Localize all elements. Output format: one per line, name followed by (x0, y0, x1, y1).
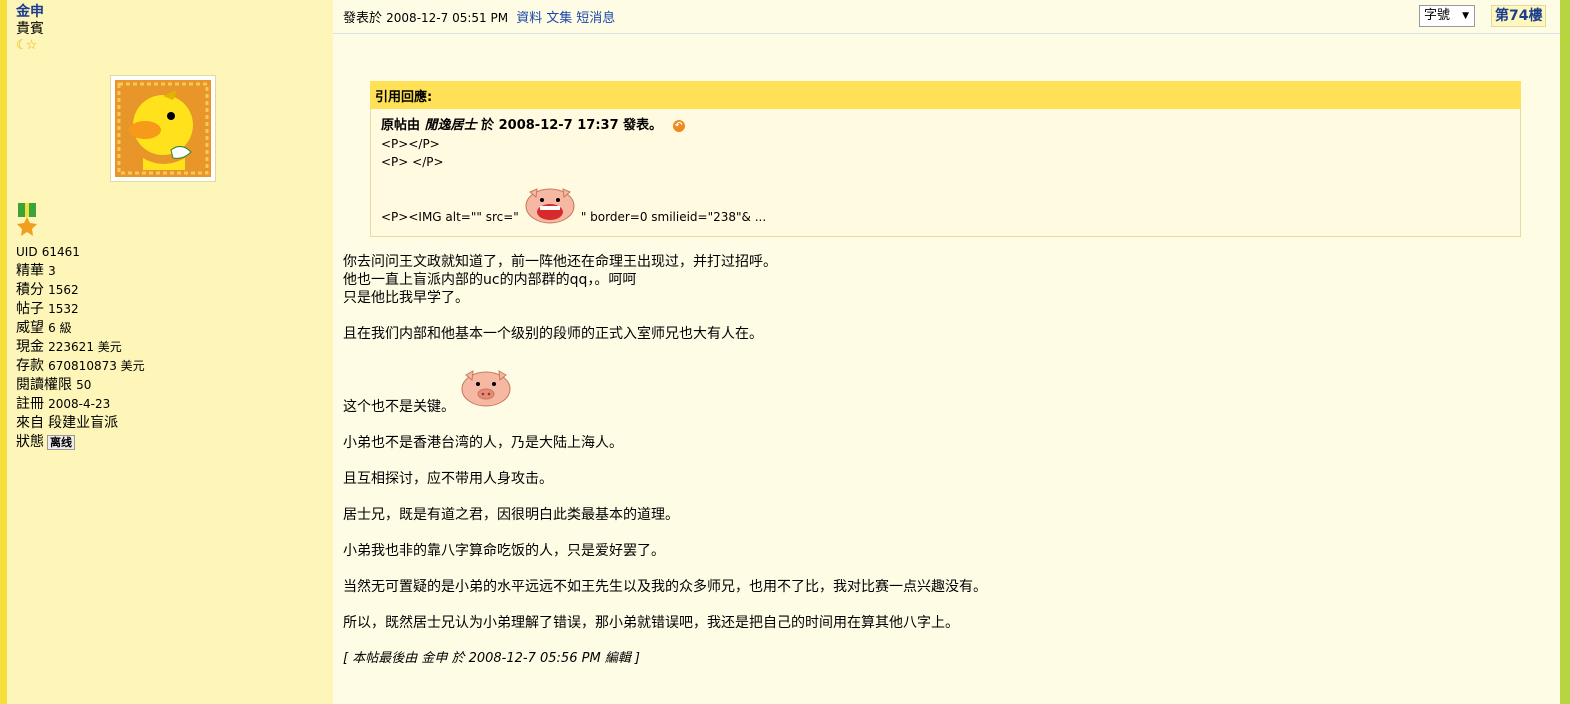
post-line: 他也一直上盲派内部的uc的内部群的qq，。呵呵 (343, 272, 637, 288)
stat-status: 狀態 离线 (16, 433, 145, 452)
quote-orig-time: 於 2008-12-7 17:37 發表。 (481, 118, 663, 133)
posted-time: 2008-12-7 05:51 PM (386, 11, 509, 25)
posted-prefix: 發表於 (343, 11, 383, 26)
post-line: 这个也不是关键。 (343, 399, 455, 415)
goto-post-icon[interactable]: ↶ (672, 120, 685, 132)
quote-orig-prefix: 原帖由 (381, 118, 421, 133)
post-header: 發表於 2008-12-7 05:51 PM 資料 文集 短消息 字號 ▼ 第74樓 (333, 0, 1560, 34)
blog-link[interactable]: 文集 (546, 11, 572, 26)
quote-line: <P> </P> (381, 155, 444, 169)
edited-note: [ 本帖最後由 金申 於 2008-12-7 05:56 PM 編輯 ] (343, 651, 641, 666)
username[interactable]: 金申 (16, 4, 333, 21)
quote-img-prefix: <P><IMG alt="" src=" (381, 210, 519, 224)
quote-poster[interactable]: 閒逸居士 (425, 118, 477, 133)
post-main: 發表於 2008-12-7 05:51 PM 資料 文集 短消息 字號 ▼ 第74樓… (333, 0, 1560, 704)
left-border (0, 0, 7, 704)
quote-origin: 原帖由 閒逸居士 於 2008-12-7 17:37 發表。 ↶ (381, 117, 1510, 135)
medal-icon (16, 203, 38, 241)
quote-img-suffix: " border=0 smilieid="238"& ... (580, 210, 767, 224)
stat-from: 來自 段建业盲派 (16, 415, 119, 431)
post-line: 且互相探讨，应不带用人身攻击。 (343, 471, 553, 487)
post-line: 且在我们内部和他基本一个级别的段师的正式入室师兄也大有人在。 (343, 326, 763, 342)
quote-line: <P></P> (381, 137, 440, 151)
font-size-select[interactable]: 字號 ▼ (1419, 5, 1475, 27)
floor-number[interactable]: 第74樓 (1491, 5, 1547, 27)
profile-link[interactable]: 資料 (516, 11, 542, 26)
post-line: 只是他比我早学了。 (343, 290, 469, 306)
post-content: 你去问问王文政就知道了，前一阵他还在命理王出现过，并打过招呼。 他也一直上盲派内… (343, 253, 1543, 686)
right-border (1560, 0, 1570, 704)
post-line: 当然无可置疑的是小弟的水平远远不如王先生以及我的众多师兄，也用不了比，我对比赛一… (343, 579, 987, 595)
user-group: 貴賓 (16, 21, 44, 37)
post-line: 所以，既然居士兄认为小弟理解了错误，那小弟就错误吧，我还是把自己的时间用在算其他… (343, 615, 959, 631)
post-line: 你去问问王文政就知道了，前一阵他还在命理王出现过，并打过招呼。 (343, 254, 777, 270)
post-line: 居士兄，既是有道之君，因很明白此类最基本的道理。 (343, 507, 679, 523)
grinning-pig-smiley-icon (523, 185, 577, 230)
quote-header: 引用回應: (370, 81, 1521, 109)
stat-uid: UID 61461 (16, 245, 80, 259)
post-line: 小弟也不是香港台湾的人，乃是大陆上海人。 (343, 435, 623, 451)
stat-registered: 註冊 2008-4-23 (16, 396, 111, 412)
duck-avatar-icon (115, 80, 211, 177)
status-badge: 离线 (47, 435, 75, 450)
stat-digest: 精華 3 (16, 263, 56, 279)
post-line: 小弟我也非的靠八字算命吃饭的人，只是爱好罢了。 (343, 543, 665, 559)
pig-smiley-icon (459, 367, 513, 414)
message-link[interactable]: 短消息 (576, 11, 615, 26)
stat-prestige: 威望 6 級 (16, 320, 72, 336)
post-meta: 發表於 2008-12-7 05:51 PM 資料 文集 短消息 (343, 7, 615, 26)
post-line-with-smiley: 这个也不是关键。 (343, 367, 1543, 416)
stat-cash: 現金 223621 美元 (16, 339, 122, 355)
user-sidebar: 金申 貴賓 ☾☆ UID 61461 精華 3 積分 1562 帖子 1532 … (7, 0, 333, 704)
rank-stars-icon: ☾☆ (16, 38, 37, 53)
quote-body: 原帖由 閒逸居士 於 2008-12-7 17:37 發表。 ↶ <P></P>… (370, 109, 1521, 237)
avatar (110, 75, 216, 182)
chevron-down-icon: ▼ (1462, 11, 1469, 21)
stat-posts: 帖子 1532 (16, 301, 79, 317)
stat-deposit: 存款 670810873 美元 (16, 358, 145, 374)
stat-points: 積分 1562 (16, 282, 79, 298)
stat-read-permission: 閱讀權限 50 (16, 377, 92, 393)
font-size-label: 字號 (1424, 8, 1451, 23)
user-profile-stats: UID 61461 精華 3 積分 1562 帖子 1532 威望 6 級 現金… (16, 243, 145, 452)
quote-block: 引用回應: 原帖由 閒逸居士 於 2008-12-7 17:37 發表。 ↶ <… (370, 81, 1521, 237)
quote-img-line: <P><IMG alt="" src=" " border=0 smilieid=… (381, 185, 1510, 230)
